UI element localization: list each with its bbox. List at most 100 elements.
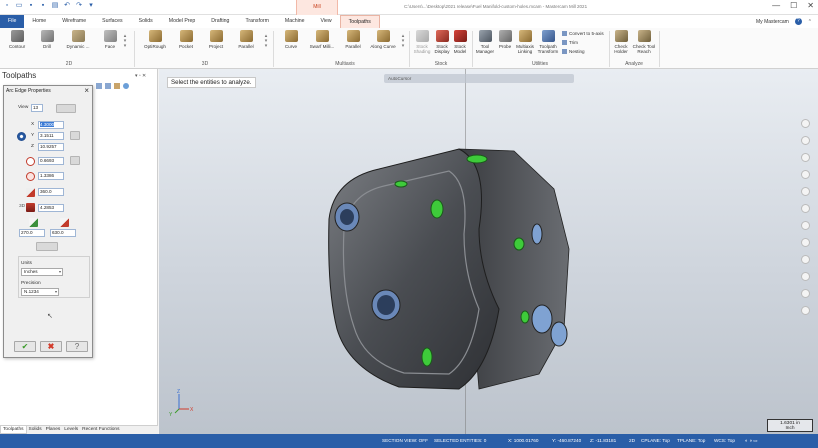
rail-button-11[interactable] (801, 289, 810, 298)
probe-button[interactable]: Probe (497, 30, 513, 49)
rail-button-10[interactable] (801, 272, 810, 281)
view-field[interactable]: 13 (31, 104, 43, 112)
parallel-5axis-button[interactable]: Parallel (341, 30, 365, 49)
pocket-button[interactable]: Pocket (174, 30, 198, 49)
redo-icon[interactable]: ↷ (75, 2, 83, 10)
my-mastercam-link[interactable]: My Mastercam (756, 19, 789, 25)
nesting-button[interactable]: Nesting (562, 49, 585, 54)
swarf-milling-button[interactable]: Swarf Milli... (306, 30, 338, 49)
drill-button[interactable]: Drill (36, 30, 58, 49)
view-select-button[interactable] (56, 104, 76, 113)
along-curve-button[interactable]: Along Curve (368, 30, 398, 49)
maximize-button[interactable]: ☐ (790, 1, 797, 10)
radius-field[interactable]: 1.3386 (38, 172, 64, 180)
y-field[interactable]: 3.1511 (38, 132, 64, 140)
rail-button-2[interactable] (801, 136, 810, 145)
tab-model-prep[interactable]: Model Prep (161, 15, 204, 28)
mode-2d-3d[interactable]: 2D (629, 434, 635, 448)
dialog-close-button[interactable]: × (84, 86, 89, 95)
minimize-button[interactable]: — (772, 1, 780, 10)
undo-icon[interactable]: ↶ (63, 2, 71, 10)
cancel-button[interactable]: ✖ (40, 341, 62, 352)
tab-wireframe[interactable]: Wireframe (54, 15, 94, 28)
wcs-status[interactable]: WCS: Top (714, 434, 735, 448)
swap-angles-button[interactable] (36, 242, 58, 251)
stock-display-button[interactable]: Stock Display (432, 30, 452, 54)
curve-button[interactable]: Curve (279, 30, 303, 49)
collapse-icon[interactable] (105, 83, 111, 89)
convert-5axis-button[interactable]: Convert to 5-axis (562, 31, 604, 36)
z-field[interactable]: 10.9257 (38, 143, 64, 151)
help-button[interactable]: ? (66, 341, 88, 352)
optirough-button[interactable]: OptiRough (140, 30, 170, 49)
tab-solids[interactable]: Solids (131, 15, 161, 28)
units-dropdown[interactable]: Inches ▾ (21, 268, 63, 276)
tab-planes-manager[interactable]: Planes (44, 426, 63, 434)
project-button[interactable]: Project (204, 30, 228, 49)
tab-home[interactable]: Home (24, 15, 54, 28)
x-field[interactable]: 4.3000 (38, 121, 64, 129)
dynamic-button[interactable]: Dynamic ... (63, 30, 93, 49)
tool-manager-button[interactable]: Tool Manager (474, 30, 496, 54)
open-icon[interactable]: ▭ (15, 2, 23, 10)
toolpath-transform-button[interactable]: Toolpath Transform (536, 30, 560, 54)
panel-controls[interactable]: ▾ ▫ ✕ (135, 73, 146, 79)
rail-button-5[interactable] (801, 187, 810, 196)
end-angle-field[interactable]: 630.0 (50, 229, 76, 237)
diameter-field[interactable]: 0.6693 (38, 157, 64, 165)
diameter-copy-button[interactable] (70, 156, 80, 165)
collapse-ribbon-icon[interactable]: ⌃ (808, 19, 812, 25)
help-icon[interactable]: ? (794, 18, 802, 25)
regenerate-icon[interactable] (114, 83, 120, 89)
stock-shading-button[interactable]: Stock Shading (411, 30, 433, 54)
graphics-viewport[interactable]: Select the entities to analyze. AutoCurs… (159, 69, 818, 434)
tab-view[interactable]: View (313, 15, 340, 28)
expand-icon[interactable] (96, 83, 102, 89)
stock-model-button[interactable]: Stock Model (450, 30, 470, 54)
depth-field[interactable]: 4.2853 (38, 204, 64, 212)
save-as-icon[interactable]: ▪ (39, 2, 47, 10)
rail-button-3[interactable] (801, 153, 810, 162)
rail-button-7[interactable] (801, 221, 810, 230)
tplane-status[interactable]: TPLANE: Top (677, 434, 705, 448)
parallel-button[interactable]: Parallel (234, 30, 258, 49)
cplane-status[interactable]: CPLANE: Top (641, 434, 670, 448)
tab-toolpaths[interactable]: Toolpaths (339, 15, 380, 28)
multiaxis-linking-button[interactable]: Multiaxis Linking (514, 30, 536, 54)
start-angle-field[interactable]: 270.0 (19, 229, 45, 237)
rail-button-6[interactable] (801, 204, 810, 213)
precision-dropdown[interactable]: N.1234 ▾ (21, 288, 59, 296)
new-icon[interactable]: ▫ (3, 2, 11, 10)
save-icon[interactable]: ▪ (27, 2, 35, 10)
tab-toolpaths-manager[interactable]: Toolpaths (0, 426, 27, 434)
rail-button-8[interactable] (801, 238, 810, 247)
tab-file[interactable]: File (0, 15, 25, 28)
sweep-field[interactable]: 360.0 (38, 188, 64, 196)
check-holder-button[interactable]: Check Holder (611, 30, 631, 54)
rail-button-4[interactable] (801, 170, 810, 179)
tab-surfaces[interactable]: Surfaces (94, 15, 130, 28)
section-view-status[interactable]: SECTION VIEW: OFF (382, 434, 428, 448)
multiaxis-gallery-arrows[interactable]: ▴ ▾ ▾ (399, 34, 407, 49)
help-circle-icon[interactable] (123, 83, 129, 89)
2d-gallery-arrows[interactable]: ▴ ▾ ▾ (121, 34, 129, 49)
tab-levels-manager[interactable]: Levels (62, 426, 80, 434)
rail-button-12[interactable] (801, 306, 810, 315)
close-button[interactable]: ✕ (807, 1, 814, 10)
tab-transform[interactable]: Transform (237, 15, 276, 28)
contour-button[interactable]: Contour (4, 30, 30, 49)
select-center-button[interactable] (70, 131, 80, 140)
print-icon[interactable]: ▤ (51, 2, 59, 10)
tab-solids-manager[interactable]: Solids (27, 426, 44, 434)
face-button[interactable]: Face (100, 30, 120, 49)
tab-recent-functions[interactable]: Recent Functions (80, 426, 121, 434)
check-tool-reach-button[interactable]: Check Tool Reach (631, 30, 657, 54)
fuel-manifold-model[interactable]: Z X Y (159, 69, 818, 434)
rail-button-9[interactable] (801, 255, 810, 264)
trim-button[interactable]: Trim (562, 40, 578, 45)
tab-machine[interactable]: Machine (277, 15, 313, 28)
customize-icon[interactable]: ▾ (87, 2, 95, 10)
3d-gallery-arrows[interactable]: ▴ ▾ ▾ (262, 34, 270, 49)
rail-button-1[interactable] (801, 119, 810, 128)
tab-drafting[interactable]: Drafting (203, 15, 237, 28)
